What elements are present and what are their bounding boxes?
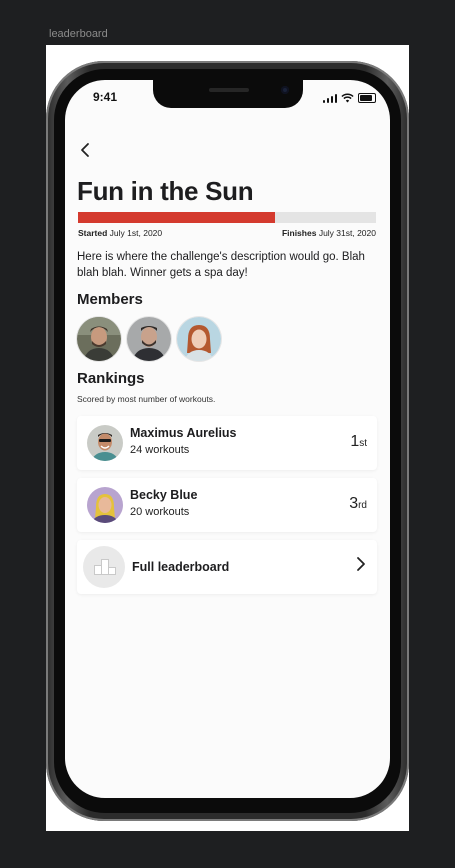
rank-suffix: st — [359, 438, 367, 449]
members-list — [77, 317, 221, 361]
rankings-heading: Rankings — [77, 370, 145, 387]
artboard-label: leaderboard — [49, 28, 108, 40]
speaker — [209, 88, 249, 92]
rank-number: 1 — [350, 433, 360, 450]
status-time: 9:41 — [93, 90, 118, 104]
rank-suffix: rd — [358, 500, 367, 511]
rankings-subtitle: Scored by most number of workouts. — [77, 394, 216, 404]
notch — [153, 80, 303, 108]
start-date: Started July 1st, 2020 — [78, 228, 162, 238]
ranking-avatar — [87, 487, 123, 523]
member-avatar-2[interactable] — [127, 317, 171, 361]
ranking-card[interactable]: Maximus Aurelius 24 workouts 1st — [77, 416, 377, 470]
page-title: Fun in the Sun — [77, 176, 254, 206]
rank-number: 3 — [349, 495, 359, 512]
chevron-left-icon — [81, 143, 89, 157]
end-date: Finishes July 31st, 2020 — [282, 228, 376, 238]
battery-icon — [358, 93, 376, 103]
member-avatar-1[interactable] — [77, 317, 121, 361]
chevron-right-icon — [355, 556, 367, 577]
full-leaderboard-label: Full leaderboard — [132, 560, 230, 574]
phone-screen: 9:41 Fun in the Sun Started July 1st, 20… — [65, 80, 390, 798]
ranking-name: Becky Blue — [130, 488, 198, 502]
back-button[interactable] — [79, 142, 99, 162]
full-leaderboard-button[interactable]: Full leaderboard — [77, 540, 377, 594]
ranking-position: 3rd — [349, 495, 367, 513]
end-date-value: July 31st, 2020 — [318, 228, 376, 238]
challenge-progress-bar — [78, 212, 376, 223]
status-icons — [322, 92, 376, 104]
end-date-label: Finishes — [281, 228, 317, 238]
member-avatar-3[interactable] — [177, 317, 221, 361]
members-heading: Members — [77, 291, 143, 308]
wifi-icon — [341, 93, 354, 103]
progress-fill — [78, 212, 275, 223]
ranking-position: 1st — [350, 433, 367, 451]
artboard-frame: 9:41 Fun in the Sun Started July 1st, 20… — [46, 45, 409, 831]
front-camera — [281, 86, 289, 94]
start-date-label: Started — [78, 228, 108, 238]
signal-icon — [322, 93, 337, 103]
start-date-value: July 1st, 2020 — [109, 228, 163, 238]
ranking-avatar — [87, 425, 123, 461]
ranking-workouts: 24 workouts — [130, 444, 190, 456]
ranking-workouts: 20 workouts — [130, 506, 190, 518]
ranking-card[interactable]: Becky Blue 20 workouts 3rd — [77, 478, 377, 532]
leaderboard-icon — [83, 546, 125, 588]
ranking-name: Maximus Aurelius — [130, 426, 237, 440]
challenge-description: Here is where the challenge's descriptio… — [77, 251, 365, 279]
